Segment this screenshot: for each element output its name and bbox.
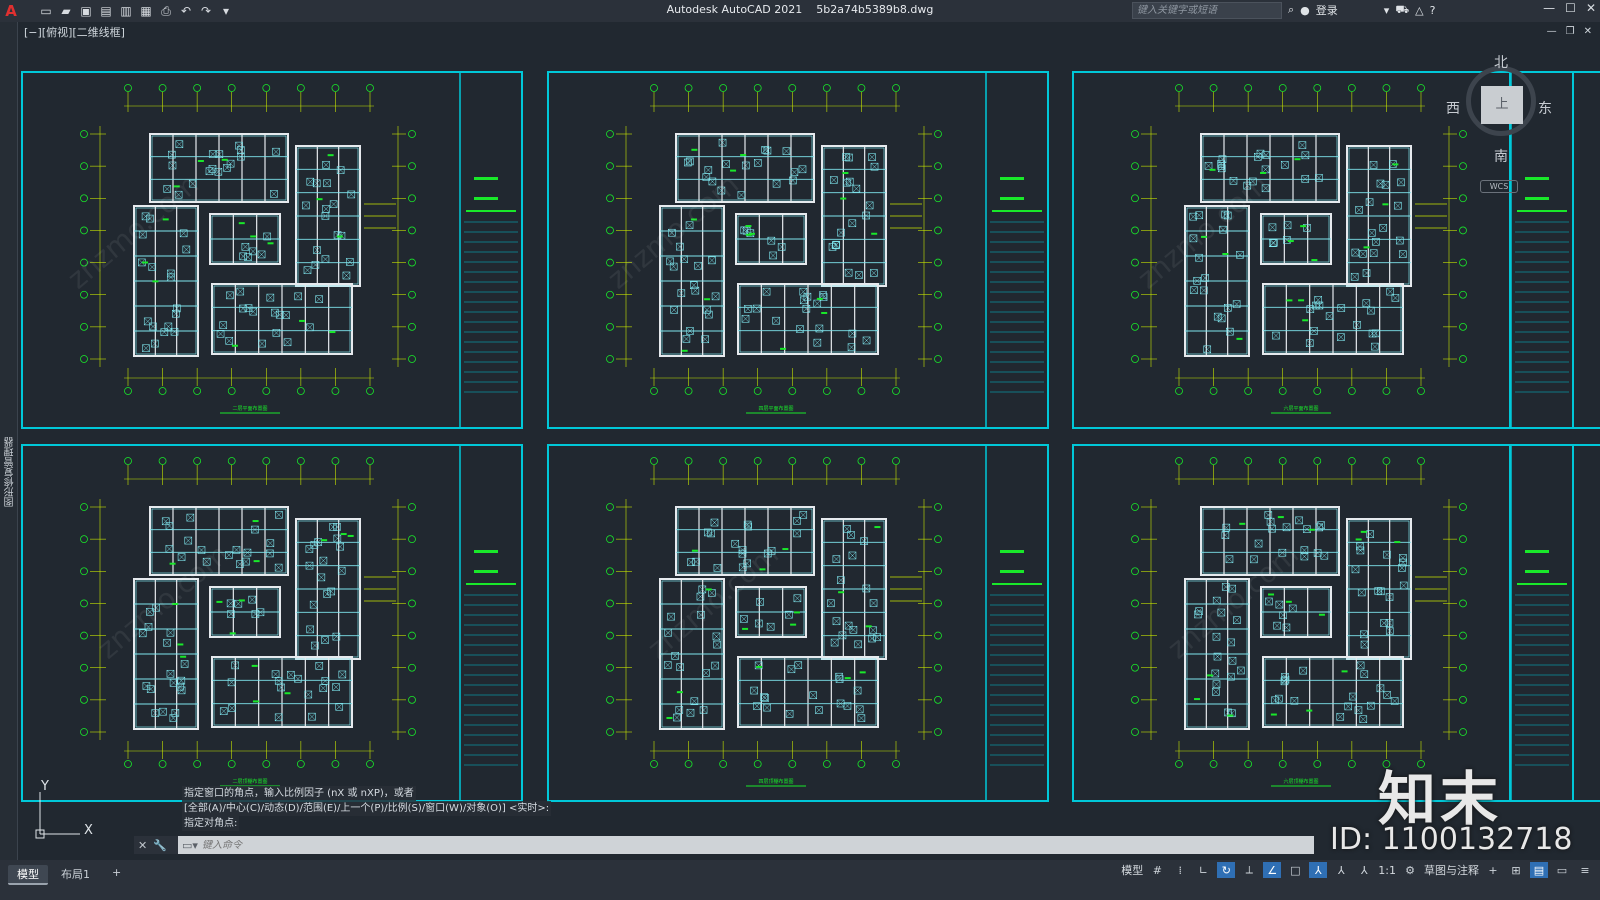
help-icon[interactable]: ? xyxy=(1430,4,1436,17)
floor-plan[interactable] xyxy=(133,133,361,357)
quick-access-toolbar: ▭ ▰ ▣ ▤ ▥ ▦ ⎙ ↶ ↷ ▾ xyxy=(36,2,236,20)
open-file-icon[interactable]: ▰ xyxy=(56,2,76,20)
floor-plan[interactable] xyxy=(659,133,887,357)
drawing-sheet[interactable]: 四层顶棚布置图 xyxy=(547,444,1049,802)
units-icon[interactable]: ⊞ xyxy=(1507,862,1525,878)
status-toolbar: 模型 # ⁞ ∟ ↻ ⟂ ∠ □ ⅄ ⅄ ⅄ 1:1 ⚙ 草图与注释 + ⊞ ▤… xyxy=(1121,862,1594,878)
floor-plan[interactable] xyxy=(1184,133,1412,357)
viewport-restore-icon[interactable]: ❐ xyxy=(1566,26,1575,37)
command-history: 指定窗口的角点，输入比例因子 (nX 或 nXP)，或者 [全部(A)/中心(C… xyxy=(182,786,612,831)
login-button[interactable]: 登录 xyxy=(1316,2,1338,18)
save-as-icon[interactable]: ▤ xyxy=(96,2,116,20)
customize-dropdown-icon[interactable]: ▾ xyxy=(216,2,236,20)
object-snap-tracking-icon[interactable]: ∠ xyxy=(1263,862,1282,878)
ucs-x-label: X xyxy=(84,823,93,838)
polar-tracking-icon[interactable]: ↻ xyxy=(1217,862,1236,878)
grid-icon[interactable]: # xyxy=(1148,862,1166,878)
ucs-y-label: Y xyxy=(40,779,49,794)
layout-tabs: 模型 布局1 + xyxy=(8,865,130,885)
file-name: 5b2a74b5389b8.dwg xyxy=(816,3,934,16)
sheet-caption: 四层顶棚布置图 xyxy=(758,778,793,785)
add-layout-button[interactable]: + xyxy=(103,865,130,885)
viewcube-top-face[interactable]: 上 xyxy=(1481,86,1523,124)
viewport-close-icon[interactable]: ✕ xyxy=(1584,26,1592,37)
drawing-recovery-label[interactable]: 图形修复管理器 xyxy=(3,437,18,507)
cad-drawing[interactable]: 二层平面布置图 四层平面布置图 六层平面布置图二层顶棚布置图 四层顶棚布置图 六层顶棚布… xyxy=(18,40,1600,860)
clean-screen-icon[interactable]: ▭ xyxy=(1553,862,1571,878)
status-bar: 模型 布局1 + 模型 # ⁞ ∟ ↻ ⟂ ∠ □ ⅄ ⅄ ⅄ 1:1 ⚙ 草图… xyxy=(0,860,1600,900)
wcs-menu[interactable]: WCS xyxy=(1480,180,1518,193)
viewcube[interactable]: 北 南 东 西 上 WCS xyxy=(1446,55,1556,198)
search-icon[interactable]: ⌕ xyxy=(1288,3,1294,17)
minimize-icon[interactable]: — xyxy=(1543,1,1555,15)
viewport-controls-label[interactable]: [−][俯视][二维线框] xyxy=(24,24,125,40)
print-icon[interactable]: ⎙ xyxy=(156,2,176,20)
login-dropdown-icon[interactable]: ▾ xyxy=(1384,4,1390,17)
ucs-icon: Y X xyxy=(30,778,110,845)
new-file-icon[interactable]: ▭ xyxy=(36,2,56,20)
isodraft-icon[interactable]: ⟂ xyxy=(1240,862,1258,878)
command-history-line: 指定窗口的角点，输入比例因子 (nX 或 nXP)，或者 xyxy=(182,786,416,801)
drawing-sheet[interactable]: 六层顶棚布置图 xyxy=(1072,444,1574,802)
watermark-id: ID: 1100132718 xyxy=(1330,822,1573,857)
auto-scale-icon[interactable]: ⅄ xyxy=(1332,862,1350,878)
annotation-scale-icon[interactable]: ⅄ xyxy=(1355,862,1373,878)
window-controls: — ☐ ✕ xyxy=(1543,1,1596,15)
cart-icon[interactable]: ⛟ xyxy=(1395,3,1409,18)
sheet-caption: 六层平面布置图 xyxy=(1283,405,1318,412)
viewport-minimize-icon[interactable]: — xyxy=(1547,26,1557,37)
account-area: ⌕ ● 登录 ▾ ⛟ △ ? xyxy=(1288,2,1435,18)
drawing-sheet[interactable]: 四层平面布置图 xyxy=(547,71,1049,429)
viewcube-north[interactable]: 北 xyxy=(1494,52,1508,72)
user-icon[interactable]: ● xyxy=(1300,4,1310,17)
model-space-button[interactable]: 模型 xyxy=(1121,862,1143,878)
recent-commands-icon[interactable]: ▭▾ xyxy=(178,839,202,852)
workspace-gear-icon[interactable]: ⚙ xyxy=(1401,862,1419,878)
a360-icon[interactable]: △ xyxy=(1415,4,1423,17)
left-palette-strip[interactable]: 图形修复管理器 xyxy=(0,22,18,862)
sheet-caption: 四层平面布置图 xyxy=(758,405,793,412)
site-watermark: znzmo.com xyxy=(91,537,235,665)
annotation-visibility-icon[interactable]: ⅄ xyxy=(1309,862,1328,878)
command-input[interactable] xyxy=(202,839,802,851)
title-bar: A ▭ ▰ ▣ ▤ ▥ ▦ ⎙ ↶ ↷ ▾ Autodesk AutoCAD 2… xyxy=(0,0,1600,22)
command-history-line: 指定对角点: xyxy=(182,816,240,831)
viewcube-east[interactable]: 东 xyxy=(1538,98,1552,118)
command-history-line: [全部(A)/中心(C)/动态(D)/范围(E)/上一个(P)/比例(S)/窗口… xyxy=(182,801,552,816)
search-input[interactable]: 键入关键字或短语 xyxy=(1132,2,1282,19)
viewport-window-controls: — ❐ ✕ xyxy=(1547,26,1592,37)
drawing-sheet[interactable]: 二层顶棚布置图 xyxy=(21,444,523,802)
drawing-canvas[interactable]: 二层平面布置图 四层平面布置图 六层平面布置图二层顶棚布置图 四层顶棚布置图 六层顶棚布… xyxy=(18,40,1600,860)
quick-properties-icon[interactable]: ▤ xyxy=(1530,862,1548,878)
annotation-scale-value[interactable]: 1:1 xyxy=(1378,864,1396,877)
customization-menu-icon[interactable]: ≡ xyxy=(1576,862,1594,878)
maximize-icon[interactable]: ☐ xyxy=(1565,1,1576,15)
workspace-switch[interactable]: 草图与注释 xyxy=(1424,862,1479,878)
open-web-icon[interactable]: ▥ xyxy=(116,2,136,20)
command-line-controls: ✕ 🔧 xyxy=(134,836,178,854)
viewcube-south[interactable]: 南 xyxy=(1494,146,1508,166)
redo-icon[interactable]: ↷ xyxy=(196,2,216,20)
autocad-logo-icon[interactable]: A xyxy=(2,2,20,20)
undo-icon[interactable]: ↶ xyxy=(176,2,196,20)
sheet-caption: 二层顶棚布置图 xyxy=(232,778,267,785)
save-web-icon[interactable]: ▦ xyxy=(136,2,156,20)
command-line: ✕ 🔧 ▭▾ xyxy=(134,836,1314,854)
partial-sheet[interactable] xyxy=(1509,444,1600,802)
sheet-caption: 二层平面布置图 xyxy=(232,405,267,412)
close-icon[interactable]: ✕ xyxy=(1586,1,1596,15)
sheet-caption: 六层顶棚布置图 xyxy=(1283,778,1318,785)
annotation-monitor-icon[interactable]: + xyxy=(1484,862,1502,878)
tab-layout1[interactable]: 布局1 xyxy=(52,865,99,885)
tab-model[interactable]: 模型 xyxy=(8,865,48,885)
snap-icon[interactable]: ⁞ xyxy=(1171,862,1189,878)
app-name: Autodesk AutoCAD 2021 xyxy=(666,3,803,16)
viewcube-west[interactable]: 西 xyxy=(1446,98,1460,118)
save-icon[interactable]: ▣ xyxy=(76,2,96,20)
object-snap-icon[interactable]: □ xyxy=(1286,862,1304,878)
customize-command-icon[interactable]: 🔧 xyxy=(153,839,167,852)
close-command-line-icon[interactable]: ✕ xyxy=(138,839,147,852)
ortho-icon[interactable]: ∟ xyxy=(1194,862,1212,878)
